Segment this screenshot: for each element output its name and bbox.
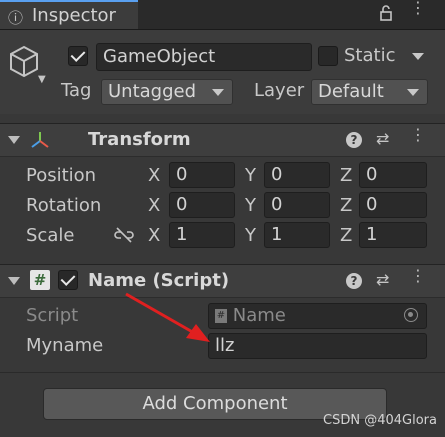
chevron-down-icon bbox=[212, 89, 224, 96]
more-options-icon[interactable]: ⋮ bbox=[410, 127, 426, 143]
presets-icon[interactable]: ⇄ bbox=[376, 129, 389, 148]
axis-z-label[interactable]: Z bbox=[340, 195, 352, 216]
position-y-field[interactable]: 0 bbox=[264, 162, 330, 188]
position-x-field[interactable]: 0 bbox=[169, 162, 235, 188]
tab-inspector[interactable]: ⓘ Inspector bbox=[0, 0, 138, 29]
position-label: Position bbox=[26, 165, 97, 186]
info-icon: ⓘ bbox=[8, 9, 24, 27]
tag-value: Untagged bbox=[108, 81, 197, 102]
layer-dropdown[interactable]: Default bbox=[311, 79, 428, 105]
help-icon[interactable]: ? bbox=[346, 273, 362, 289]
rotation-x-field[interactable]: 0 bbox=[169, 192, 235, 218]
transform-title: Transform bbox=[88, 129, 191, 150]
watermark: CSDN @404Glora bbox=[323, 413, 437, 428]
myname-label: Myname bbox=[26, 335, 104, 356]
script-reference-field: # Name bbox=[208, 303, 427, 329]
divider bbox=[0, 372, 445, 373]
help-icon[interactable]: ? bbox=[346, 132, 362, 148]
transform-icon bbox=[31, 132, 49, 148]
rotation-z-field[interactable]: 0 bbox=[359, 192, 427, 218]
axis-z-label[interactable]: Z bbox=[340, 165, 352, 186]
presets-icon[interactable]: ⇄ bbox=[376, 270, 389, 289]
tag-dropdown[interactable]: Untagged bbox=[101, 79, 233, 105]
axis-x-label[interactable]: X bbox=[148, 225, 160, 246]
active-checkbox[interactable] bbox=[68, 46, 88, 66]
position-z-field[interactable]: 0 bbox=[359, 162, 427, 188]
axis-x-label[interactable]: X bbox=[148, 165, 160, 186]
chevron-down-icon bbox=[407, 89, 419, 96]
constrain-proportions-icon[interactable] bbox=[114, 226, 134, 244]
static-dropdown-icon[interactable] bbox=[412, 53, 424, 60]
gameobject-name-input[interactable]: GameObject bbox=[96, 43, 312, 71]
scale-label: Scale bbox=[26, 225, 75, 246]
annotation-arrow bbox=[125, 292, 210, 342]
layer-value: Default bbox=[318, 81, 384, 102]
script-enabled-checkbox[interactable] bbox=[58, 270, 78, 290]
more-options-icon[interactable]: ⋮ bbox=[410, 0, 426, 16]
tag-label: Tag bbox=[61, 80, 92, 101]
foldout-arrow-icon[interactable] bbox=[8, 136, 20, 144]
axis-z-label[interactable]: Z bbox=[340, 225, 352, 246]
csharp-script-icon: # bbox=[30, 270, 50, 290]
gameobject-cube-icon[interactable] bbox=[8, 44, 40, 78]
script-label: Script bbox=[26, 305, 79, 326]
csharp-script-icon: # bbox=[215, 309, 227, 323]
static-label: Static bbox=[344, 45, 396, 66]
rotation-label: Rotation bbox=[26, 195, 102, 216]
rotation-y-field[interactable]: 0 bbox=[264, 192, 330, 218]
script-reference-value: Name bbox=[232, 305, 286, 326]
icon-dropdown-icon[interactable]: ▼ bbox=[38, 74, 46, 85]
axis-y-label[interactable]: Y bbox=[245, 225, 256, 246]
myname-input[interactable]: llz bbox=[208, 333, 427, 359]
lock-icon[interactable] bbox=[380, 5, 392, 21]
scale-x-field[interactable]: 1 bbox=[169, 222, 235, 248]
scale-z-field[interactable]: 1 bbox=[359, 222, 427, 248]
scale-y-field[interactable]: 1 bbox=[264, 222, 330, 248]
object-picker-icon[interactable] bbox=[404, 308, 418, 322]
layer-label: Layer bbox=[254, 80, 305, 101]
tab-title: Inspector bbox=[32, 5, 116, 26]
axis-y-label[interactable]: Y bbox=[245, 165, 256, 186]
axis-y-label[interactable]: Y bbox=[245, 195, 256, 216]
static-checkbox[interactable] bbox=[318, 46, 338, 66]
axis-x-label[interactable]: X bbox=[148, 195, 160, 216]
foldout-arrow-icon[interactable] bbox=[8, 277, 20, 285]
more-options-icon[interactable]: ⋮ bbox=[410, 268, 426, 284]
